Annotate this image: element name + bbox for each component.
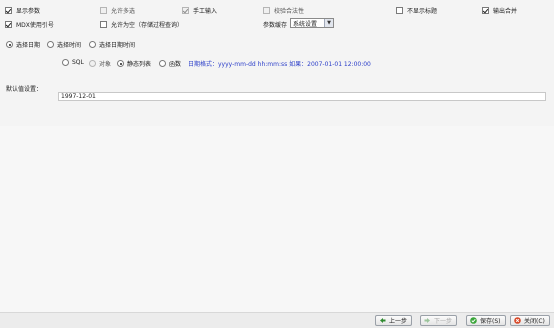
radio-icon [62,59,69,66]
radio-object[interactable]: 对象 [89,59,111,68]
date-format-hint: 日期格式：yyyy-mm-dd hh:mm:ss 如果：2007-01-01 1… [188,59,371,68]
output-merge-checkbox[interactable]: 输出合并 [482,6,517,15]
close-button-label: 关闭(C) [524,318,545,325]
checkbox-icon [100,7,107,14]
hide-title-label: 不显示标题 [407,8,438,15]
default-value-input[interactable] [58,92,546,101]
radio-static-list-label: 静态列表 [127,61,152,68]
radio-select-date-label: 选择日期 [16,42,41,49]
allow-empty-checkbox[interactable]: 允许为空（存储过程查询） [100,20,183,29]
mdx-quote-checkbox[interactable]: MDX使用引号 [5,20,54,29]
param-cache-text: 参数缓存 [263,22,288,29]
radio-sql-label: SQL [72,59,84,66]
save-button-label: 保存(S) [480,318,501,325]
radio-object-label: 对象 [99,61,112,68]
radio-icon [117,60,124,67]
param-cache-select[interactable]: 系统设置 ▼ [290,18,334,28]
validate-checkbox[interactable]: 校验合法性 [263,6,304,15]
chevron-down-icon[interactable]: ▼ [324,19,333,27]
default-value-label: 默认值设置： [6,84,42,93]
checkbox-icon [482,7,489,14]
radio-icon [6,41,13,48]
radio-select-date[interactable]: 选择日期 [6,40,40,49]
param-cache-value: 系统设置 [293,20,318,28]
empty-area [0,126,554,312]
check-icon [470,317,477,324]
radio-select-time-label: 选择时间 [57,42,82,49]
radio-icon [89,60,96,67]
prev-button-label: 上一步 [389,318,408,325]
close-icon [514,317,521,324]
save-button[interactable]: 保存(S) [466,315,506,326]
radio-select-datetime[interactable]: 选择日期时间 [89,40,135,49]
arrow-right-icon [424,317,431,324]
manual-input-checkbox[interactable]: 手工输入 [182,6,217,15]
default-value-label-text: 默认值设置： [6,86,43,93]
checkbox-icon [100,21,107,28]
next-button[interactable]: 下一步 [420,315,458,326]
radio-icon [159,60,166,67]
mdx-quote-label: MDX使用引号 [16,22,54,29]
output-merge-label: 输出合并 [493,8,518,15]
show-param-label: 显示参数 [16,8,41,15]
param-cache-label: 参数缓存 [263,20,287,29]
radio-icon [47,41,54,48]
radio-function[interactable]: 函数 [159,59,181,68]
checkbox-icon [263,7,270,14]
checkbox-icon [182,7,189,14]
radio-select-time[interactable]: 选择时间 [47,40,81,49]
allow-empty-label: 允许为空（存储过程查询） [111,22,184,29]
allow-multi-label: 允许多选 [111,8,136,15]
radio-select-datetime-label: 选择日期时间 [99,42,136,49]
validate-label: 校验合法性 [274,8,305,15]
date-format-hint-text: 日期格式：yyyy-mm-dd hh:mm:ss 如果：2007-01-01 1… [188,61,371,68]
checkbox-icon [396,7,403,14]
arrow-left-icon [379,317,386,324]
checkbox-icon [5,21,12,28]
prev-button[interactable]: 上一步 [375,315,413,326]
close-button[interactable]: 关闭(C) [510,315,550,326]
checkbox-icon [5,7,12,14]
radio-sql[interactable]: SQL [62,59,84,66]
next-button-label: 下一步 [434,318,453,325]
radio-function-label: 函数 [169,61,182,68]
show-param-checkbox[interactable]: 显示参数 [5,6,40,15]
hide-title-checkbox[interactable]: 不显示标题 [396,6,437,15]
manual-input-label: 手工输入 [193,8,218,15]
radio-icon [89,41,96,48]
allow-multi-checkbox[interactable]: 允许多选 [100,6,135,15]
radio-static-list[interactable]: 静态列表 [117,59,151,68]
